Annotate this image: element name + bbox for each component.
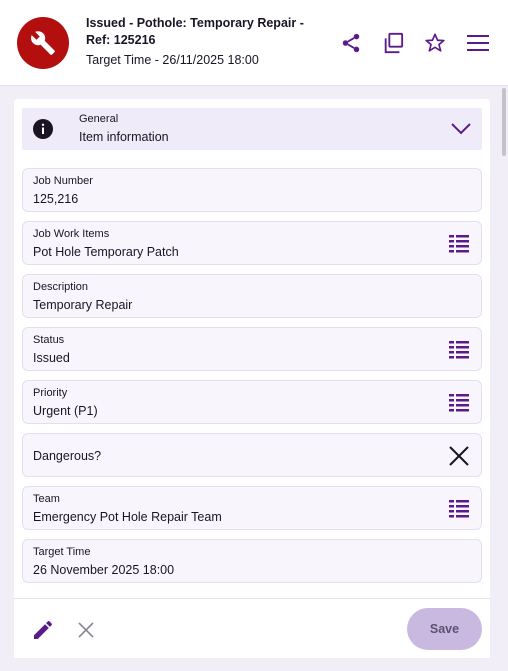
field-label: Job Number bbox=[33, 175, 93, 187]
menu-icon bbox=[467, 35, 489, 51]
app-header: Issued - Pothole: Temporary Repair - Ref… bbox=[0, 0, 508, 86]
section-category: General bbox=[79, 113, 119, 125]
favorite-button[interactable] bbox=[422, 30, 448, 56]
dangerous-field[interactable]: Dangerous? bbox=[22, 433, 482, 477]
list-icon[interactable] bbox=[448, 392, 470, 414]
field-value: Emergency Pot Hole Repair Team bbox=[33, 510, 222, 524]
job-avatar bbox=[17, 17, 69, 69]
target-time-subtitle: Target Time - 26/11/2025 18:00 bbox=[86, 53, 259, 67]
list-icon[interactable] bbox=[448, 339, 470, 361]
field-value: Issued bbox=[33, 351, 70, 365]
pencil-icon[interactable] bbox=[31, 618, 55, 642]
field-value: 125,216 bbox=[33, 192, 79, 206]
page-title: Issued - Pothole: Temporary Repair - Ref… bbox=[86, 16, 304, 47]
field-label: Job Work Items bbox=[33, 228, 110, 240]
description-field[interactable]: Description Temporary Repair bbox=[22, 274, 482, 318]
list-icon[interactable] bbox=[448, 498, 470, 520]
action-bar: Save bbox=[14, 598, 490, 658]
chevron-down-icon[interactable] bbox=[450, 120, 472, 138]
field-value: Urgent (P1) bbox=[33, 404, 98, 418]
menu-button[interactable] bbox=[465, 30, 491, 56]
team-field[interactable]: Team Emergency Pot Hole Repair Team bbox=[22, 486, 482, 530]
job-number-field[interactable]: Job Number 125,216 bbox=[22, 168, 482, 212]
close-icon[interactable] bbox=[75, 619, 97, 641]
copy-button[interactable] bbox=[380, 30, 406, 56]
scrollbar-thumb[interactable] bbox=[502, 88, 506, 156]
wrench-icon bbox=[31, 31, 55, 55]
section-header-general[interactable]: General Item information bbox=[22, 108, 482, 150]
status-field[interactable]: Status Issued bbox=[22, 327, 482, 371]
item-details-panel: General Item information Job Number 125,… bbox=[14, 99, 490, 598]
close-icon[interactable] bbox=[448, 445, 470, 467]
field-label: Team bbox=[33, 493, 60, 505]
field-label: Priority bbox=[33, 387, 68, 399]
priority-field[interactable]: Priority Urgent (P1) bbox=[22, 380, 482, 424]
field-value: Pot Hole Temporary Patch bbox=[33, 245, 179, 259]
field-label: Status bbox=[33, 334, 65, 346]
job-work-items-field[interactable]: Job Work Items Pot Hole Temporary Patch bbox=[22, 221, 482, 265]
field-label: Dangerous? bbox=[33, 449, 102, 463]
list-icon[interactable] bbox=[448, 233, 470, 255]
share-icon bbox=[342, 33, 360, 53]
field-value: Temporary Repair bbox=[33, 298, 133, 312]
field-label: Description bbox=[33, 281, 89, 293]
scrollbar-track[interactable] bbox=[500, 86, 508, 671]
save-button[interactable]: Save bbox=[407, 608, 482, 650]
target-time-field[interactable]: Target Time 26 November 2025 18:00 bbox=[22, 539, 482, 583]
field-label: Target Time bbox=[33, 546, 91, 558]
copy-icon bbox=[384, 32, 404, 54]
field-value: 26 November 2025 18:00 bbox=[33, 563, 175, 577]
star-icon bbox=[425, 33, 445, 52]
share-button[interactable] bbox=[338, 30, 364, 56]
info-icon bbox=[33, 119, 53, 139]
section-title: Item information bbox=[79, 130, 169, 144]
